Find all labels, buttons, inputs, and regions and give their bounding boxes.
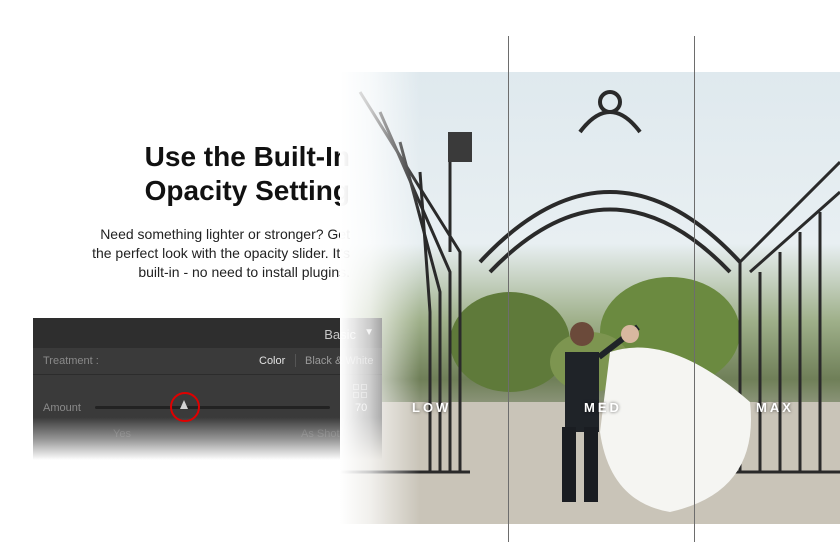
description: Need something lighter or stronger? Get … — [40, 225, 350, 282]
panel-title: Basic — [324, 327, 356, 342]
amount-value[interactable]: 70 — [355, 402, 367, 414]
faded-left-text: Yes — [113, 428, 131, 440]
basic-panel: Basic ▼ Treatment : Color Black & White … — [33, 318, 382, 460]
amount-label: Amount — [43, 402, 81, 414]
headline-line-1: Use the Built-In — [144, 141, 350, 172]
headline-line-2: Opacity Setting — [144, 175, 350, 206]
divider-low-med — [508, 36, 509, 542]
zone-label-low: LOW — [412, 400, 452, 415]
treatment-separator — [295, 354, 296, 367]
grid-cell — [361, 384, 367, 390]
highlight-ring — [170, 392, 201, 422]
treatment-row: Treatment : Color Black & White — [33, 348, 382, 375]
gate-arch — [478, 90, 742, 274]
divider-med-max — [694, 36, 695, 542]
grid-cell — [353, 392, 359, 398]
lamp — [448, 132, 472, 162]
triangle-down-icon[interactable]: ▼ — [364, 327, 374, 338]
groom-head — [570, 322, 594, 346]
grid-cell — [361, 392, 367, 398]
groom-leg-right — [584, 427, 598, 502]
groom-leg-left — [562, 427, 576, 502]
treatment-bw-option[interactable]: Black & White — [305, 355, 373, 367]
treatment-color-option[interactable]: Color — [259, 355, 285, 367]
grid-cell — [353, 384, 359, 390]
headline: Use the Built-In Opacity Setting — [60, 140, 350, 208]
zone-label-max: MAX — [756, 400, 794, 415]
groom-body — [565, 352, 599, 432]
tree-left — [450, 292, 570, 392]
grid-icon[interactable] — [353, 384, 367, 398]
panel-header[interactable]: Basic ▼ — [33, 318, 382, 348]
photo-illustration — [340, 90, 840, 524]
description-line-3: built-in - no need to install plugins. — [138, 264, 350, 280]
description-line-1: Need something lighter or stronger? Get — [100, 226, 350, 242]
zone-label-med: MED — [584, 400, 622, 415]
wedding-photo — [340, 72, 840, 524]
amount-slider-track[interactable] — [95, 406, 330, 409]
treatment-label: Treatment : — [43, 355, 99, 367]
bride-head — [621, 325, 639, 343]
faded-right-text: As Shot — [301, 428, 340, 440]
description-line-2: the perfect look with the opacity slider… — [92, 245, 350, 261]
